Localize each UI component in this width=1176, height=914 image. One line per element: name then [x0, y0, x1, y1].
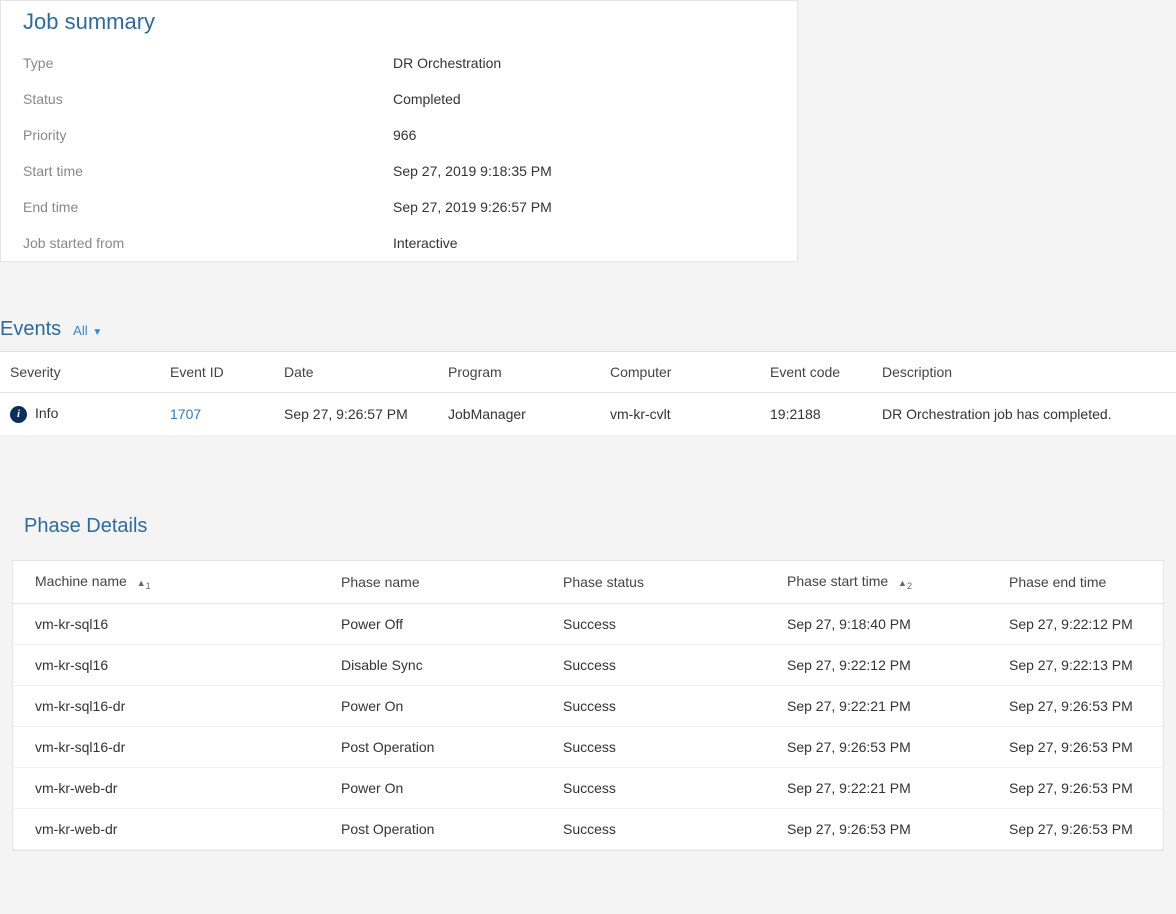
- col-program[interactable]: Program: [440, 352, 602, 393]
- summary-row: End timeSep 27, 2019 9:26:57 PM: [1, 189, 797, 225]
- cell-machine: vm-kr-sql16-dr: [13, 685, 333, 726]
- cell-end: Sep 27, 9:22:13 PM: [1001, 644, 1163, 685]
- cell-phase: Disable Sync: [333, 644, 555, 685]
- cell-start: Sep 27, 9:18:40 PM: [779, 603, 1001, 644]
- summary-value: DR Orchestration: [393, 55, 501, 71]
- col-description[interactable]: Description: [874, 352, 1176, 393]
- cell-status: Success: [555, 603, 779, 644]
- events-filter-dropdown[interactable]: All ▼: [73, 323, 102, 338]
- table-row[interactable]: vm-kr-sql16Disable SyncSuccessSep 27, 9:…: [13, 644, 1163, 685]
- cell-status: Success: [555, 726, 779, 767]
- col-severity[interactable]: Severity: [0, 352, 162, 393]
- cell-status: Success: [555, 808, 779, 849]
- summary-label: End time: [23, 199, 393, 215]
- col-phase-end[interactable]: Phase end time: [1001, 561, 1163, 603]
- info-icon: i: [10, 406, 27, 423]
- phase-details-section: Phase Details Machine name ▲1 Phase name…: [0, 493, 1176, 851]
- cell-event-id: 1707: [162, 393, 276, 435]
- cell-description: DR Orchestration job has completed.: [874, 393, 1176, 435]
- summary-label: Job started from: [23, 235, 393, 251]
- cell-end: Sep 27, 9:26:53 PM: [1001, 808, 1163, 849]
- summary-label: Priority: [23, 127, 393, 143]
- events-filter-label: All: [73, 323, 87, 338]
- phase-details-title: Phase Details: [12, 493, 1164, 560]
- cell-event-code: 19:2188: [762, 393, 874, 435]
- summary-label: Type: [23, 55, 393, 71]
- summary-row: Job started fromInteractive: [1, 225, 797, 261]
- table-row[interactable]: vm-kr-web-drPower OnSuccessSep 27, 9:22:…: [13, 767, 1163, 808]
- job-summary-title: Job summary: [1, 1, 797, 45]
- summary-label: Start time: [23, 163, 393, 179]
- table-row[interactable]: vm-kr-sql16-drPower OnSuccessSep 27, 9:2…: [13, 685, 1163, 726]
- table-row[interactable]: iInfo 1707 Sep 27, 9:26:57 PMJobManagervm-…: [0, 393, 1176, 435]
- cell-program: JobManager: [440, 393, 602, 435]
- col-computer[interactable]: Computer: [602, 352, 762, 393]
- cell-status: Success: [555, 644, 779, 685]
- events-title: Events: [0, 318, 61, 341]
- sort-asc-icon: ▲1: [137, 578, 151, 591]
- cell-start: Sep 27, 9:22:21 PM: [779, 685, 1001, 726]
- cell-end: Sep 27, 9:26:53 PM: [1001, 767, 1163, 808]
- cell-machine: vm-kr-web-dr: [13, 767, 333, 808]
- cell-start: Sep 27, 9:26:53 PM: [779, 726, 1001, 767]
- col-machine-name[interactable]: Machine name ▲1: [13, 561, 333, 603]
- table-row[interactable]: vm-kr-sql16-drPost OperationSuccessSep 2…: [13, 726, 1163, 767]
- event-id-link[interactable]: 1707: [170, 406, 201, 422]
- dropdown-icon: ▼: [90, 327, 103, 338]
- cell-phase: Post Operation: [333, 726, 555, 767]
- col-phase-name[interactable]: Phase name: [333, 561, 555, 603]
- summary-value: Completed: [393, 91, 461, 107]
- sort-asc-icon: ▲2: [898, 578, 912, 591]
- cell-phase: Power Off: [333, 603, 555, 644]
- cell-machine: vm-kr-sql16: [13, 644, 333, 685]
- summary-value: Sep 27, 2019 9:26:57 PM: [393, 199, 552, 215]
- cell-start: Sep 27, 9:22:21 PM: [779, 767, 1001, 808]
- cell-machine: vm-kr-web-dr: [13, 808, 333, 849]
- col-phase-start[interactable]: Phase start time ▲2: [779, 561, 1001, 603]
- cell-phase: Power On: [333, 767, 555, 808]
- summary-row: Start timeSep 27, 2019 9:18:35 PM: [1, 153, 797, 189]
- summary-value: 966: [393, 127, 416, 143]
- events-table: Severity Event ID Date Program Computer …: [0, 351, 1176, 435]
- col-event-code[interactable]: Event code: [762, 352, 874, 393]
- cell-start: Sep 27, 9:26:53 PM: [779, 808, 1001, 849]
- job-summary-card: Job summary TypeDR OrchestrationStatusCo…: [0, 0, 798, 262]
- cell-severity: iInfo: [0, 393, 162, 435]
- cell-status: Success: [555, 767, 779, 808]
- cell-date: Sep 27, 9:26:57 PM: [276, 393, 440, 435]
- cell-end: Sep 27, 9:26:53 PM: [1001, 726, 1163, 767]
- events-section: Events All ▼ Severity Event ID Date Prog…: [0, 318, 1176, 435]
- cell-machine: vm-kr-sql16-dr: [13, 726, 333, 767]
- col-date[interactable]: Date: [276, 352, 440, 393]
- cell-status: Success: [555, 685, 779, 726]
- summary-row: StatusCompleted: [1, 81, 797, 117]
- col-phase-status[interactable]: Phase status: [555, 561, 779, 603]
- summary-row: Priority966: [1, 117, 797, 153]
- cell-end: Sep 27, 9:26:53 PM: [1001, 685, 1163, 726]
- cell-phase: Power On: [333, 685, 555, 726]
- col-event-id[interactable]: Event ID: [162, 352, 276, 393]
- cell-phase: Post Operation: [333, 808, 555, 849]
- cell-end: Sep 27, 9:22:12 PM: [1001, 603, 1163, 644]
- summary-row: TypeDR Orchestration: [1, 45, 797, 81]
- cell-computer: vm-kr-cvlt: [602, 393, 762, 435]
- phase-details-table: Machine name ▲1 Phase name Phase status …: [13, 561, 1163, 850]
- cell-start: Sep 27, 9:22:12 PM: [779, 644, 1001, 685]
- summary-label: Status: [23, 91, 393, 107]
- table-row[interactable]: vm-kr-web-drPost OperationSuccessSep 27,…: [13, 808, 1163, 849]
- table-row[interactable]: vm-kr-sql16Power OffSuccessSep 27, 9:18:…: [13, 603, 1163, 644]
- cell-machine: vm-kr-sql16: [13, 603, 333, 644]
- summary-value: Interactive: [393, 235, 458, 251]
- summary-value: Sep 27, 2019 9:18:35 PM: [393, 163, 552, 179]
